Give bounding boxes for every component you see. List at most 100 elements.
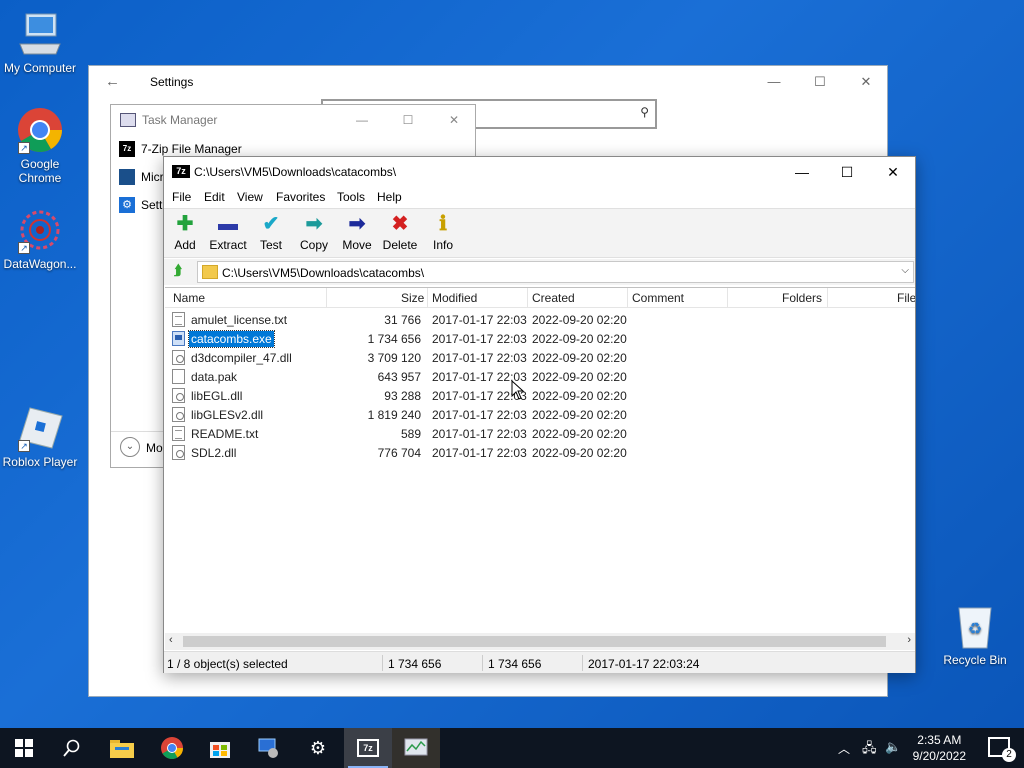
toolbar: ✚ Add ▬ Extract ✔ Test ➡ Copy ➡ Move ✖ D… (164, 208, 915, 258)
task-label: 7-Zip File Manager (141, 142, 242, 156)
file-row[interactable]: SDL2.dll 776 704 2017-01-17 22:03 2022-0… (165, 443, 915, 462)
info-icon: ℹ (439, 213, 447, 235)
file-row[interactable]: README.txt 589 2017-01-17 22:03 2022-09-… (165, 424, 915, 443)
task-manager-titlebar[interactable]: Task Manager — ☐ ✕ (111, 105, 475, 135)
task-manager-icon (404, 738, 428, 756)
extract-button[interactable]: ▬ Extract (205, 213, 251, 252)
menu-favorites[interactable]: Favorites (276, 190, 325, 204)
move-button[interactable]: ➡ Move (334, 213, 380, 252)
volume-icon[interactable]: 🔈 (885, 739, 901, 755)
chevron-up-icon[interactable]: ︿ (838, 740, 850, 757)
menu-view[interactable]: View (237, 190, 263, 204)
scroll-left-icon[interactable]: ‹ (169, 634, 173, 646)
file-modified: 2017-01-17 22:03 (432, 351, 527, 365)
column-divider[interactable] (427, 288, 428, 308)
column-divider[interactable] (326, 288, 327, 308)
generic-file-icon (172, 369, 185, 384)
file-created: 2022-09-20 02:20 (532, 427, 627, 441)
column-comment[interactable]: Comment (632, 291, 684, 305)
taskbar-settings[interactable]: ⚙ (294, 728, 342, 768)
file-modified: 2017-01-17 22:03 (432, 446, 527, 460)
folder-up-icon[interactable]: ⮭ (169, 262, 187, 280)
taskbar-file-explorer[interactable] (98, 728, 146, 768)
column-created[interactable]: Created (532, 291, 575, 305)
file-name: amulet_license.txt (191, 313, 288, 327)
task-label: Setti (141, 198, 166, 212)
file-row[interactable]: d3dcompiler_47.dll 3 709 120 2017-01-17 … (165, 348, 915, 367)
minimize-button[interactable]: — (339, 105, 385, 135)
column-files[interactable]: File (897, 291, 915, 305)
taskbar-network-app[interactable] (244, 728, 292, 768)
menu-help[interactable]: Help (377, 190, 402, 204)
horizontal-scrollbar[interactable]: ‹ › (165, 633, 915, 650)
desktop-icon-recycle-bin[interactable]: ♻ Recycle Bin (935, 602, 1015, 667)
chevron-down-icon: ⌄ (120, 437, 140, 457)
chevron-down-icon[interactable]: ⌵ (901, 265, 909, 276)
column-modified[interactable]: Modified (432, 291, 477, 305)
column-divider[interactable] (827, 288, 828, 308)
start-button[interactable] (0, 728, 48, 768)
menu-file[interactable]: File (172, 190, 191, 204)
column-divider[interactable] (527, 288, 528, 308)
taskbar-seven-zip[interactable]: 7z (344, 728, 392, 768)
scroll-right-icon[interactable]: › (907, 634, 911, 646)
desktop-icon-roblox-player[interactable]: ↗ Roblox Player (0, 404, 80, 469)
file-size: 643 957 (377, 370, 421, 384)
move-label: Move (342, 238, 372, 252)
copy-label: Copy (299, 238, 328, 252)
menu-edit[interactable]: Edit (204, 190, 225, 204)
clock[interactable]: 2:35 AM 9/20/2022 (913, 732, 966, 764)
info-label: Info (432, 238, 453, 252)
menu-bar: File Edit View Favorites Tools Help (164, 187, 915, 207)
search-button[interactable] (48, 728, 96, 768)
close-button[interactable]: ✕ (870, 157, 916, 187)
info-button[interactable]: ℹ Info (420, 213, 466, 252)
file-created: 2022-09-20 02:20 (532, 351, 627, 365)
maximize-button[interactable]: ☐ (824, 157, 870, 187)
taskbar-task-manager[interactable] (392, 728, 440, 768)
notification-center-icon[interactable]: 2 (988, 737, 1016, 762)
seven-zip-window[interactable]: 7z C:\Users\VM5\Downloads\catacombs\ — ☐… (163, 156, 916, 673)
taskbar-store[interactable] (196, 728, 244, 768)
file-created: 2022-09-20 02:20 (532, 446, 627, 460)
file-row[interactable]: libGLESv2.dll 1 819 240 2017-01-17 22:03… (165, 405, 915, 424)
add-button[interactable]: ✚ Add (162, 213, 208, 252)
desktop-icon-datawagon[interactable]: ↗ DataWagon... (0, 206, 80, 271)
path-input[interactable]: C:\Users\VM5\Downloads\catacombs\ ⌵ (197, 261, 914, 283)
minimize-button[interactable]: — (779, 157, 825, 187)
minimize-button[interactable]: — (751, 66, 797, 98)
test-button[interactable]: ✔ Test (248, 213, 294, 252)
scrollbar-thumb[interactable] (183, 636, 886, 647)
taskbar-chrome[interactable] (148, 728, 196, 768)
text-file-icon (172, 426, 185, 441)
file-name: SDL2.dll (191, 446, 237, 460)
maximize-button[interactable]: ☐ (385, 105, 431, 135)
delete-button[interactable]: ✖ Delete (377, 213, 423, 252)
file-row[interactable]: data.pak 643 957 2017-01-17 22:03 2022-0… (165, 367, 915, 386)
network-icon[interactable]: 🖧 (862, 739, 877, 761)
close-button[interactable]: ✕ (843, 66, 889, 98)
file-list[interactable]: Name Size Modified Created Comment Folde… (165, 287, 915, 633)
file-row[interactable]: amulet_license.txt 31 766 2017-01-17 22:… (165, 310, 915, 329)
gear-icon: ⚙ (119, 197, 135, 213)
desktop-icon-my-computer[interactable]: My Computer (0, 10, 80, 75)
back-arrow-icon[interactable]: ← (105, 73, 120, 90)
close-button[interactable]: ✕ (431, 105, 477, 135)
column-divider[interactable] (727, 288, 728, 308)
file-row-selected[interactable]: catacombs.exe 1 734 656 2017-01-17 22:03… (165, 329, 915, 348)
copy-button[interactable]: ➡ Copy (291, 213, 337, 252)
column-divider[interactable] (627, 288, 628, 308)
desktop-icon-google-chrome[interactable]: ↗ Google Chrome (0, 106, 80, 185)
column-name[interactable]: Name (173, 291, 205, 305)
desktop-icon-label: Roblox Player (2, 455, 78, 469)
seven-zip-titlebar[interactable]: 7z C:\Users\VM5\Downloads\catacombs\ — ☐… (164, 157, 915, 187)
column-size[interactable]: Size (401, 291, 424, 305)
column-folders[interactable]: Folders (782, 291, 822, 305)
seven-zip-icon: 7z (357, 739, 379, 757)
svg-text:♻: ♻ (968, 621, 982, 638)
move-icon: ➡ (348, 213, 366, 235)
maximize-button[interactable]: ☐ (797, 66, 843, 98)
file-row[interactable]: libEGL.dll 93 288 2017-01-17 22:03 2022-… (165, 386, 915, 405)
menu-tools[interactable]: Tools (337, 190, 365, 204)
settings-titlebar[interactable]: ← Settings — ☐ ✕ (89, 66, 887, 98)
